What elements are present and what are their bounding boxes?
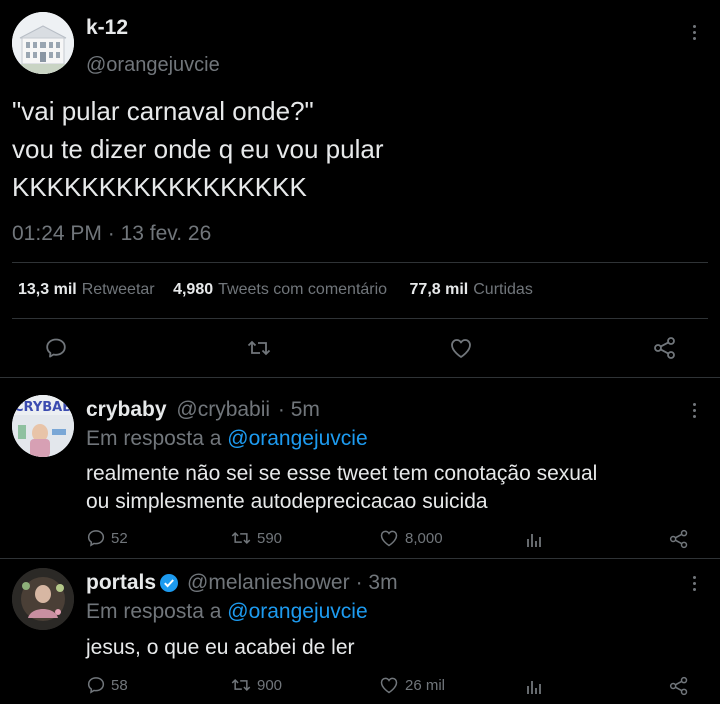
retweet-count: 590 [257,529,283,547]
likes-stat[interactable]: 77,8 mil Curtidas [410,281,533,298]
divider [0,558,720,559]
avatar-portals-image [12,568,74,630]
quotes-stat[interactable]: 4,980 Tweets com comentário [173,281,391,298]
like-icon [380,530,398,547]
retweet-icon [231,678,251,692]
reply-icon [87,530,105,547]
likes-count: 77,8 mil [409,281,469,298]
avatar-text: CRYBAB [14,400,72,415]
reply-count: 58 [111,676,128,694]
avatar[interactable] [12,568,74,630]
retweets-label: Retweetar [81,281,155,298]
reply-time[interactable]: · 3m [356,571,398,595]
in-reply-to: Em resposta a @orangejuvcie [86,427,368,451]
likes-label: Curtidas [473,281,533,298]
quotes-label: Tweets com comentário [218,281,388,298]
in-reply-handle[interactable]: @orangejuvcie [227,600,367,623]
tweet-timestamp: 01:24 PM · 13 fev. 26 [12,222,211,246]
more-options-icon[interactable] [684,20,704,44]
retweet-count: 900 [257,676,283,694]
like-icon [380,677,398,694]
divider [0,377,720,378]
display-name[interactable]: k-12 [86,16,128,40]
handle[interactable]: @crybabii [176,398,270,421]
retweet-icon[interactable] [246,336,272,360]
reply-time[interactable]: · 5m [278,398,320,421]
reply-icon [87,677,105,694]
reply-header: portals @melanieshower · 3m [86,571,398,595]
reply-action[interactable]: 58 [86,675,128,695]
like-icon[interactable] [448,336,474,360]
tweet-time[interactable]: 01:24 PM [12,222,102,245]
like-count: 8,000 [405,529,443,547]
divider [12,262,708,263]
quotes-count: 4,980 [173,281,214,298]
share-icon[interactable] [652,336,678,360]
more-options-icon[interactable] [684,571,704,595]
analytics-icon[interactable] [524,530,544,550]
avatar-crybaby-image: CRYBAB [12,395,74,457]
more-options-icon[interactable] [684,398,704,422]
reply-text-line-2: ou simplesmente autodeprecicacao suicida [86,490,488,513]
in-reply-to: Em resposta a @orangejuvcie [86,600,368,624]
in-reply-prefix: Em resposta a [86,427,222,450]
tweet-text-line-2: vou te dizer onde q eu vou pular [12,134,384,164]
share-icon[interactable] [668,529,690,549]
share-icon[interactable] [668,676,690,696]
in-reply-prefix: Em resposta a [86,600,222,623]
tweet-text-line-3: KKKKKKKKKKKKKKKKK [12,172,307,202]
retweet-icon [231,531,251,545]
reply-action[interactable]: 52 [86,528,128,548]
like-action[interactable]: 26 mil [378,675,445,695]
reply-count: 52 [111,529,128,547]
avatar[interactable] [12,12,74,74]
avatar-building-image [12,12,74,74]
retweets-stat[interactable]: 13,3 mil Retweetar [18,281,159,298]
tweet-stats: 13,3 mil Retweetar 4,980 Tweets com coment… [18,281,533,299]
retweets-count: 13,3 mil [18,281,77,298]
verified-badge-icon [160,574,179,592]
handle[interactable]: @melanieshower [187,571,350,595]
handle[interactable]: @orangejuvcie [86,54,220,77]
like-count: 26 mil [405,676,446,694]
display-name[interactable]: portals [86,571,156,595]
analytics-icon[interactable] [524,677,544,697]
display-name[interactable]: crybaby [86,398,167,421]
tweet-date[interactable]: 13 fev. 26 [121,222,212,245]
in-reply-handle[interactable]: @orangejuvcie [227,427,367,450]
timestamp-separator: · [107,222,115,245]
retweet-action[interactable]: 590 [230,528,282,548]
reply-text-line-1: realmente não sei se esse tweet tem cono… [86,462,598,485]
reply-header: crybaby @crybabii · 5m [86,398,320,422]
retweet-action[interactable]: 900 [230,675,282,695]
like-action[interactable]: 8,000 [378,528,443,548]
reply-text-line-1: jesus, o que eu acabei de ler [86,636,355,659]
avatar[interactable]: CRYBAB [12,395,74,457]
tweet-text-line-1: "vai pular carnaval onde?" [12,96,314,126]
reply-icon[interactable] [44,336,68,360]
divider [12,318,708,319]
